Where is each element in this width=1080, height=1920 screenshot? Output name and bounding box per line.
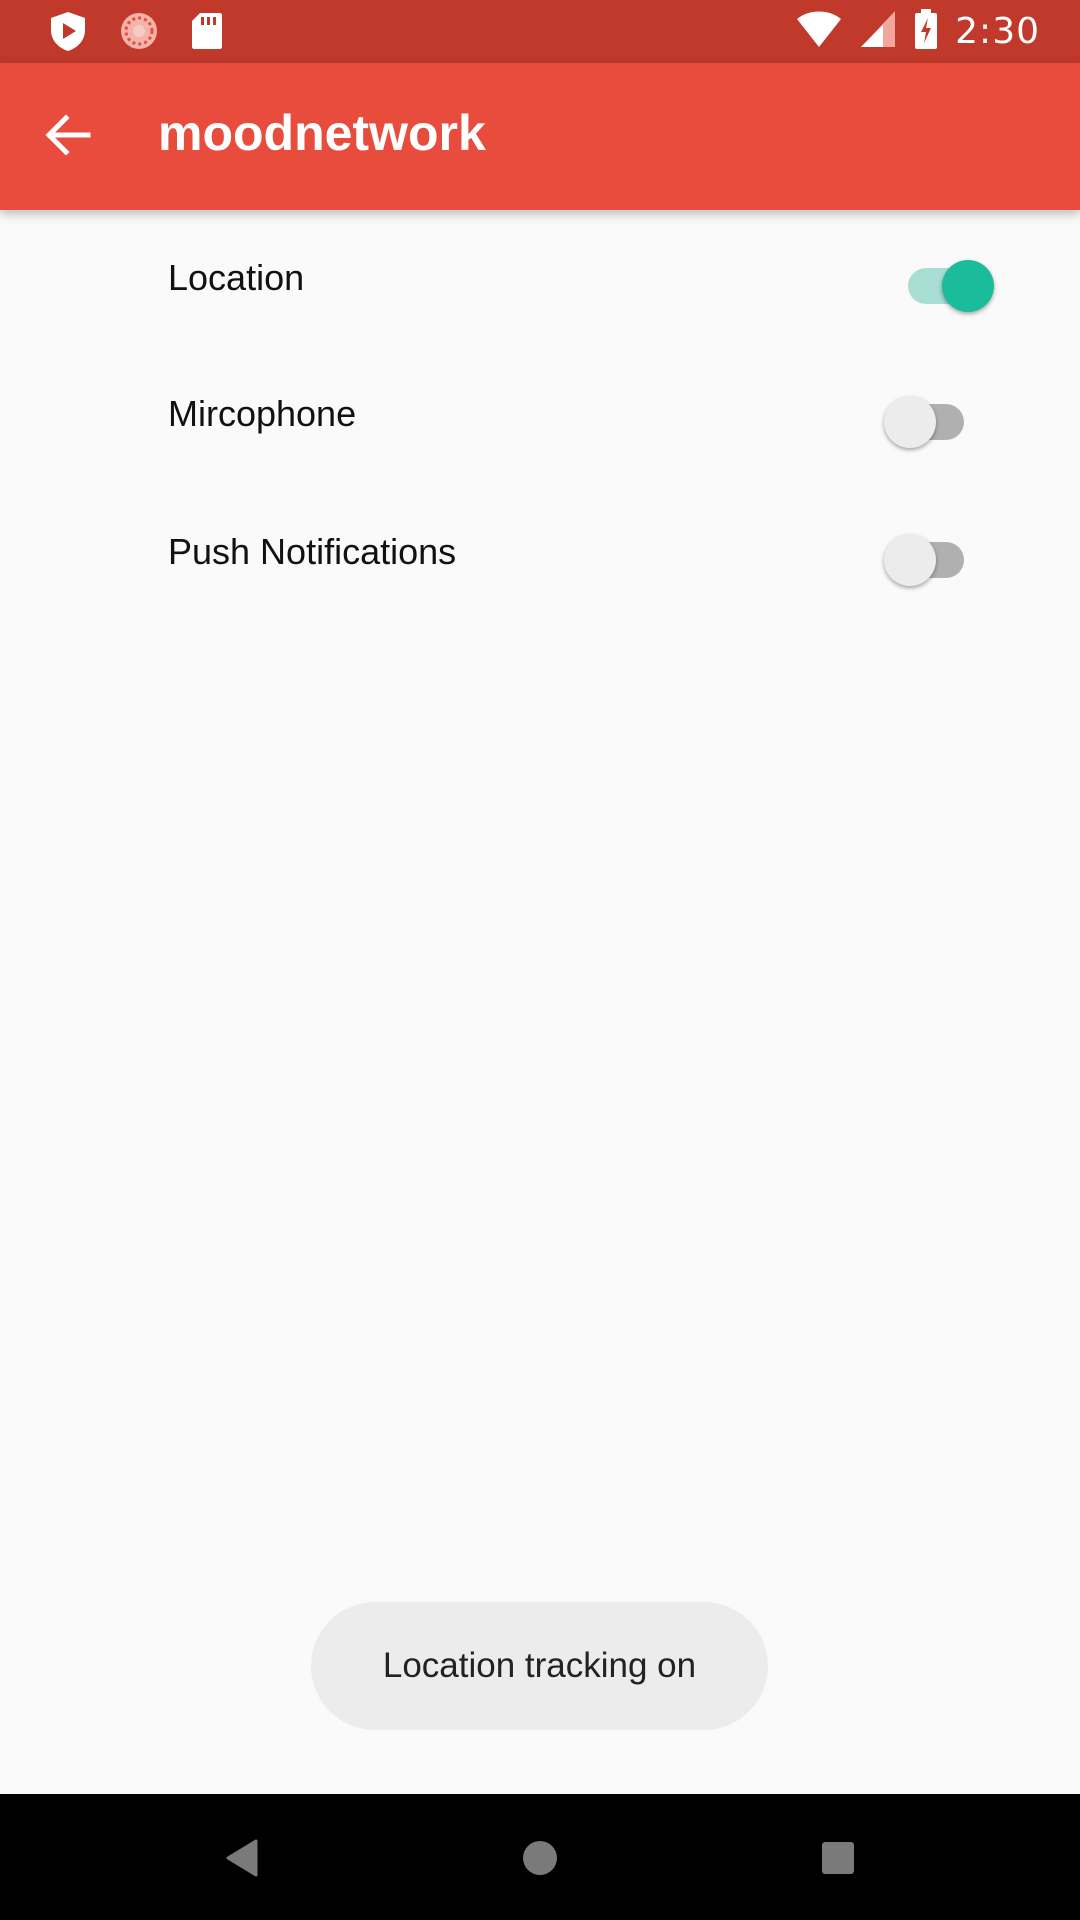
app-bar: moodnetwork xyxy=(0,63,1080,210)
settings-gear-icon xyxy=(118,10,160,57)
signal-icon xyxy=(859,9,897,54)
setting-label: Mircophone xyxy=(168,393,357,434)
battery-charging-icon xyxy=(913,8,939,55)
location-toggle[interactable] xyxy=(904,252,994,312)
notification-icons xyxy=(48,10,224,57)
settings-screen: 2:30 moodnetwork Location Mircophone Pus… xyxy=(0,0,1080,1920)
status-bar: 2:30 xyxy=(0,0,1080,63)
back-button[interactable] xyxy=(36,105,100,169)
switch-thumb xyxy=(884,396,936,448)
nav-recents-button[interactable] xyxy=(808,1830,868,1890)
nav-home-button[interactable] xyxy=(510,1830,570,1890)
microphone-toggle[interactable] xyxy=(884,388,970,448)
switch-thumb xyxy=(942,260,994,312)
setting-row-push-notifications: Push Notifications xyxy=(0,484,1080,620)
nav-back-button[interactable] xyxy=(212,1830,272,1890)
play-shield-icon xyxy=(48,10,88,57)
system-icons: 2:30 xyxy=(795,8,1040,55)
setting-row-location: Location xyxy=(0,210,1080,346)
setting-label: Location xyxy=(168,257,305,298)
recents-square-icon xyxy=(820,1840,856,1881)
navigation-bar xyxy=(0,1794,1080,1920)
push-notifications-toggle[interactable] xyxy=(884,526,970,586)
sd-card-icon xyxy=(190,11,224,56)
setting-label: Push Notifications xyxy=(168,531,457,572)
arrow-back-icon xyxy=(44,113,92,162)
home-circle-icon xyxy=(520,1838,560,1883)
app-title: moodnetwork xyxy=(158,105,486,161)
back-triangle-icon xyxy=(224,1838,260,1883)
toast-message: Location tracking on xyxy=(311,1602,768,1730)
switch-thumb xyxy=(884,534,936,586)
setting-row-microphone: Mircophone xyxy=(0,346,1080,482)
status-time: 2:30 xyxy=(955,11,1040,52)
wifi-icon xyxy=(795,9,843,54)
